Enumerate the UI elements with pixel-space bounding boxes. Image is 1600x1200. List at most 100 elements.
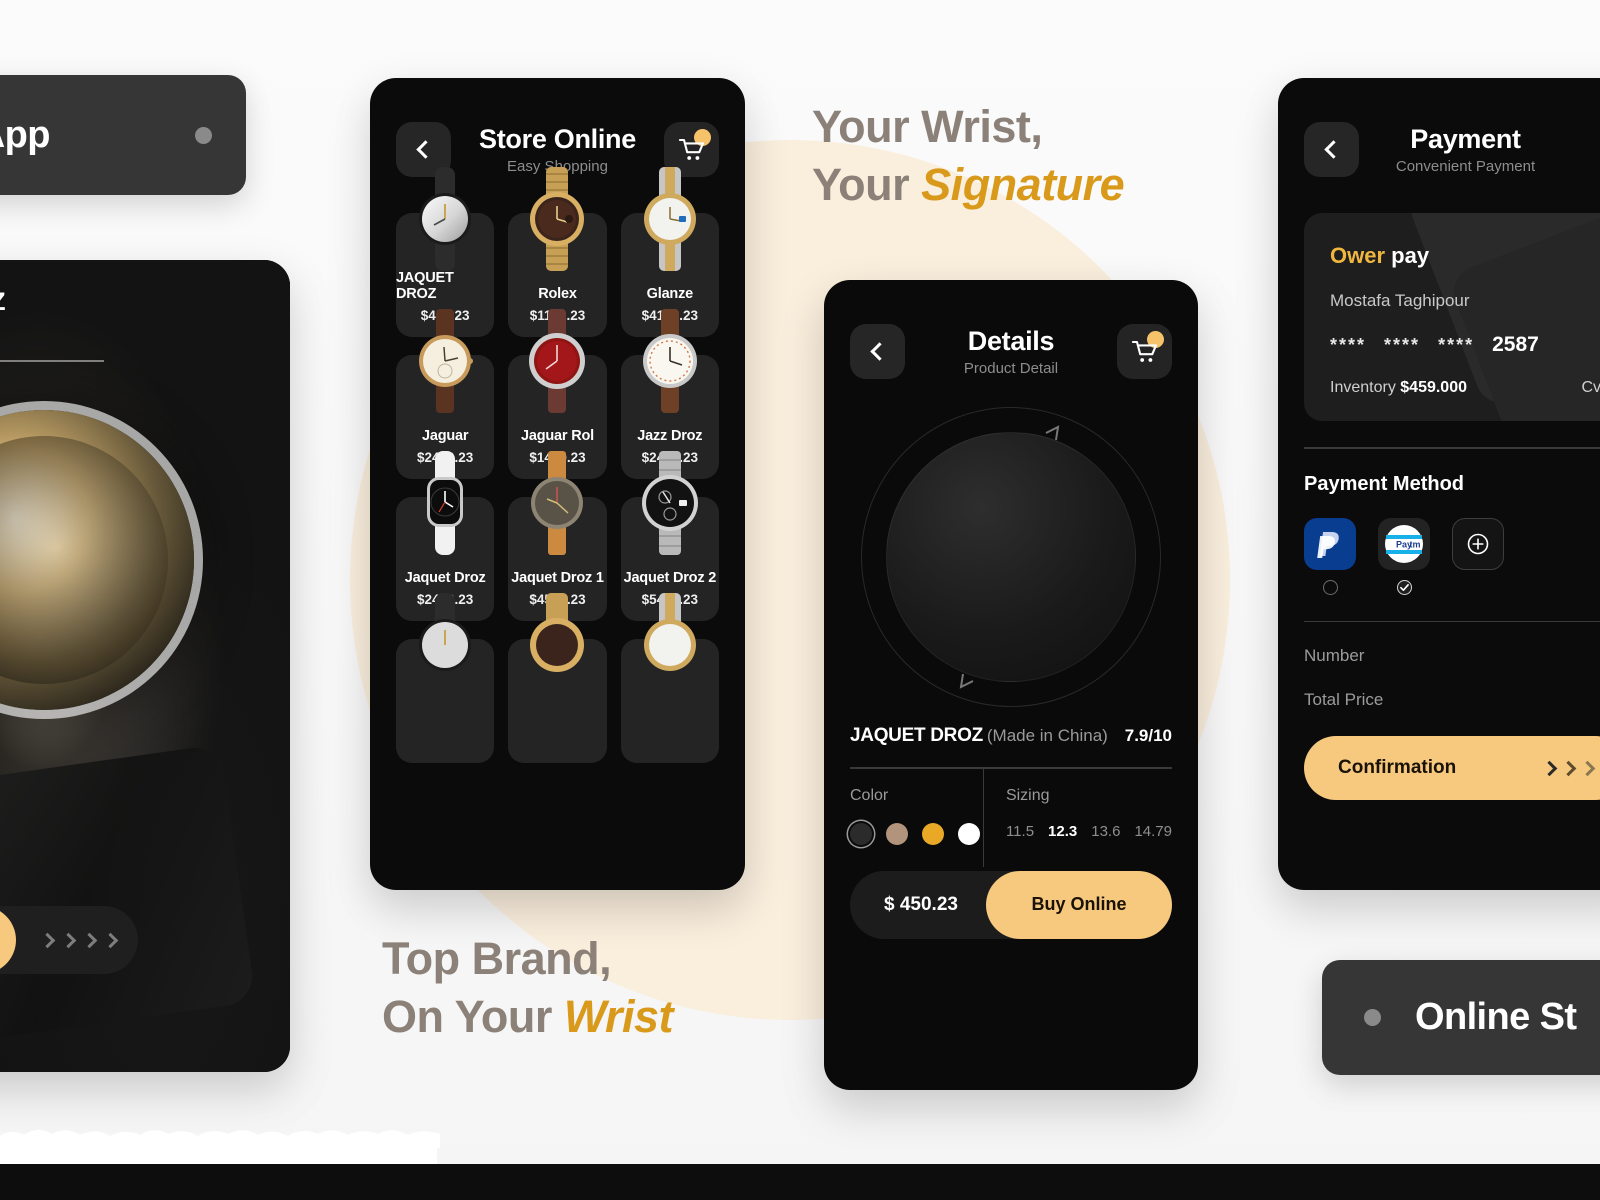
hero-divider xyxy=(0,360,104,362)
sizing-option-group: Sizing 11.5 12.3 13.6 14.79 xyxy=(982,768,1172,867)
details-cart-button[interactable] xyxy=(1117,324,1172,379)
product-name: Jaquet Droz xyxy=(404,570,486,586)
bottom-dark-strip xyxy=(0,1164,1600,1200)
watch-minimal-black-icon xyxy=(419,593,472,671)
product-image xyxy=(410,307,480,415)
poster-stage: ET DROZ ste Time t Started tch App xyxy=(0,0,1600,1200)
headline-line-2-accent: Wrist xyxy=(563,990,674,1042)
color-swatch-white[interactable] xyxy=(958,822,980,845)
get-started-bar[interactable]: t Started xyxy=(0,906,138,974)
chevron-left-icon xyxy=(1324,140,1343,159)
hero-text-block: ET DROZ ste Time xyxy=(0,288,104,362)
product-image xyxy=(522,307,592,415)
payment-header: Payment Convenient Payment xyxy=(1304,122,1600,177)
get-started-button[interactable]: t Started xyxy=(0,906,16,974)
details-info: JAQUET DROZ(Made in China) 7.9/10 Color xyxy=(850,725,1172,867)
payment-back-button[interactable] xyxy=(1304,122,1359,177)
chevron-right-icon xyxy=(1541,760,1558,776)
sizing-label: Sizing xyxy=(1005,786,1050,804)
product-card-partial[interactable] xyxy=(396,593,495,763)
paytm-glyph-icon: Pay tm xyxy=(1385,524,1423,563)
color-swatch-black[interactable] xyxy=(850,822,872,845)
confirmation-chevrons xyxy=(1541,760,1596,776)
hero-title: ET DROZ xyxy=(0,288,104,317)
payment-method-paytm[interactable]: Pay tm xyxy=(1378,517,1430,595)
headline-top-brand: Top Brand, On Your Wrist xyxy=(382,930,674,1045)
watch-brown-white-icon xyxy=(642,309,697,413)
shopping-cart-icon xyxy=(678,138,704,160)
rotation-arrows-icon xyxy=(959,425,1060,689)
card-inventory: Inventory $459.000 xyxy=(1330,379,1467,397)
payment-method-add[interactable] xyxy=(1452,517,1504,595)
buy-online-button[interactable]: Buy Online xyxy=(986,870,1172,939)
details-brand: JAQUET DROZ xyxy=(850,725,983,746)
card-holder-name: Mostafa Taghipour xyxy=(1330,291,1470,310)
watch-app-chip[interactable]: tch App xyxy=(0,75,246,195)
torn-paper-edge xyxy=(0,1129,440,1148)
watch-gold-brown-icon xyxy=(530,593,585,672)
product-image xyxy=(635,449,705,557)
confirmation-button[interactable]: Confirmation xyxy=(1304,736,1600,800)
color-swatches xyxy=(850,822,983,845)
product-image xyxy=(635,307,705,415)
product-name: Jazz Droz xyxy=(637,428,703,444)
size-option-selected[interactable]: 12.3 xyxy=(1048,823,1077,840)
color-option-group: Color xyxy=(850,769,983,867)
product-card-partial[interactable] xyxy=(620,593,719,763)
hero-chevrons xyxy=(39,932,119,948)
total-price-field-label[interactable]: Total Price xyxy=(1304,690,1600,710)
color-swatch-taupe[interactable] xyxy=(886,822,908,845)
store-title: Store Online xyxy=(479,124,636,154)
paytm-radio-checked[interactable] xyxy=(1396,579,1412,595)
color-swatch-amber[interactable] xyxy=(922,822,944,845)
product-name: Jaquet Droz 1 xyxy=(511,570,604,586)
watch-rose-cream-icon xyxy=(419,309,474,413)
headline-line-2-plain: On Your xyxy=(382,990,564,1042)
details-content: Details Product Detail JAQUET DROZ (Made… xyxy=(824,280,1198,867)
paypal-radio[interactable] xyxy=(1322,579,1338,595)
product-card-partial[interactable] xyxy=(508,593,607,763)
chevron-right-icon xyxy=(60,932,77,948)
card-mask-group: **** xyxy=(1330,334,1367,355)
chevron-right-icon xyxy=(39,932,56,948)
details-origin: (Made in China) xyxy=(986,726,1108,745)
details-subtitle: Product Detail xyxy=(963,360,1059,377)
payment-header-titles: Payment Convenient Payment xyxy=(1359,124,1572,175)
headline-your-wrist: Your Wrist, Your Signature xyxy=(812,98,1125,213)
paypal-glyph-icon xyxy=(1317,531,1339,558)
payment-content: Payment Convenient Payment Ower pay Most… xyxy=(1278,78,1600,800)
paypal-icon xyxy=(1304,517,1356,570)
credit-card[interactable]: Ower pay Mostafa Taghipour **** **** ***… xyxy=(1304,213,1600,421)
check-icon xyxy=(1399,583,1409,591)
purchase-bar: $ 450.23 Buy Online xyxy=(850,870,1172,939)
online-store-chip[interactable]: Online St xyxy=(1322,960,1600,1075)
headline-line-2-accent: Signature xyxy=(921,158,1125,210)
card-inventory-value: $459.000 xyxy=(1400,379,1467,396)
card-inventory-label: Inventory xyxy=(1330,379,1401,396)
watch-app-chip-label: tch App xyxy=(0,113,50,156)
details-back-button[interactable] xyxy=(850,324,905,379)
size-option[interactable]: 14.79 xyxy=(1134,823,1172,840)
online-store-chip-label: Online St xyxy=(1415,996,1577,1038)
color-label: Color xyxy=(850,786,889,804)
size-option[interactable]: 11.5 xyxy=(1006,823,1034,840)
payment-method-list: Pay tm xyxy=(1304,517,1600,595)
status-dot-icon xyxy=(1364,1009,1381,1026)
size-option[interactable]: 13.6 xyxy=(1091,823,1120,840)
hero-phone-mockup: ET DROZ ste Time t Started xyxy=(0,260,290,1072)
chevron-right-icon xyxy=(102,932,119,948)
chevron-left-icon xyxy=(870,342,889,361)
product-name: Jaguar xyxy=(421,428,469,444)
headline-line-1: Your Wrist, xyxy=(812,101,1043,152)
product-name: Jaquet Droz 2 xyxy=(623,570,717,586)
card-mask-group: **** xyxy=(1384,334,1421,355)
product-grid: JAQUET DROZ $450.23 xyxy=(396,167,719,763)
product-details-screen: Details Product Detail JAQUET DROZ (Made… xyxy=(824,280,1198,1090)
payment-screen: Payment Convenient Payment Ower pay Most… xyxy=(1278,78,1600,890)
payment-method-paypal[interactable] xyxy=(1304,517,1356,595)
payment-title: Payment xyxy=(1410,124,1521,154)
number-field-label[interactable]: Number xyxy=(1304,646,1600,666)
details-title-row: JAQUET DROZ (Made in China) 7.9/10 xyxy=(850,725,1172,747)
paytm-icon: Pay tm xyxy=(1378,517,1430,570)
add-payment-method-button[interactable] xyxy=(1452,517,1504,570)
